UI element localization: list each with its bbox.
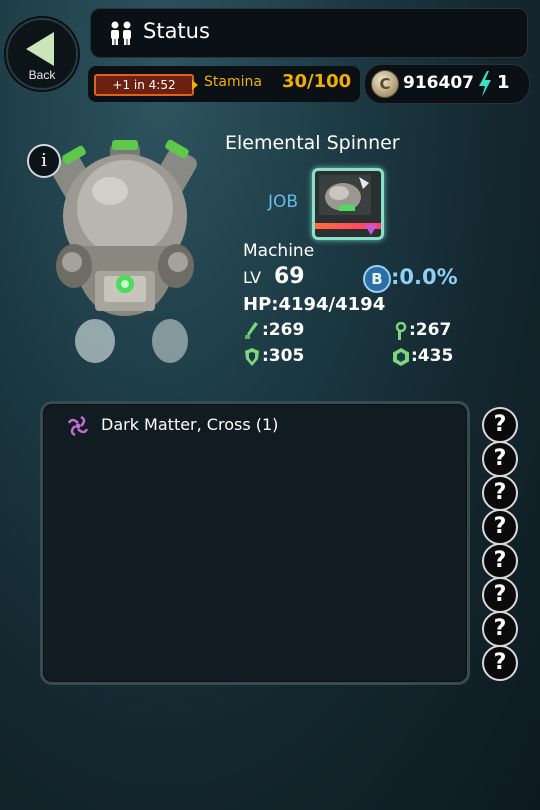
shield-icon (245, 348, 259, 366)
skill-panel[interactable]: Dark Matter, Cross (1) (40, 401, 470, 685)
page-title: Status (143, 19, 210, 43)
staff-icon (395, 322, 407, 340)
back-label: Back (28, 68, 56, 82)
stamina-label: Stamina (204, 74, 262, 90)
resistance-stat: :435 (411, 346, 454, 366)
back-arrow-icon (26, 32, 54, 66)
stamina-bar: +1 in 4:52 Stamina 30/100 (88, 66, 360, 102)
unknown-slot-button[interactable]: ? (482, 509, 518, 545)
info-button[interactable]: i (27, 144, 61, 178)
job-label: JOB (268, 192, 299, 212)
job-icon-button[interactable] (312, 168, 384, 240)
level-label: LV (243, 268, 262, 287)
level-value: 69 (274, 264, 305, 289)
job-portrait-icon (319, 175, 371, 215)
stamina-timer: +1 in 4:52 (94, 74, 194, 96)
hp-value: HP:4194/4194 (243, 294, 386, 315)
sword-icon (245, 322, 258, 339)
energy-count: 1 (497, 72, 510, 93)
people-icon (111, 21, 131, 45)
unknown-slot-button[interactable]: ? (482, 611, 518, 647)
stamina-arrow-icon (192, 80, 198, 90)
magic-stat: :267 (409, 320, 452, 340)
job-rank-icon (365, 225, 377, 235)
hexagon-icon (393, 348, 409, 366)
skill-name: Dark Matter, Cross (1) (101, 415, 279, 434)
unknown-slot-button[interactable]: ? (482, 577, 518, 613)
currency-bar[interactable]: C 916407 1 (364, 64, 530, 104)
b-value: :0.0% (391, 265, 458, 289)
defense-stat: :305 (262, 346, 305, 366)
unknown-slot-button[interactable]: ? (482, 441, 518, 477)
coin-icon: C (371, 70, 399, 98)
character-portrait (51, 139, 197, 363)
unknown-slot-button[interactable]: ? (482, 543, 518, 579)
unknown-slot-button[interactable]: ? (482, 475, 518, 511)
back-button[interactable]: Back (6, 18, 78, 90)
title-bar: Status (90, 8, 528, 58)
coin-count: 916407 (403, 73, 474, 93)
stamina-value: 30/100 (282, 71, 352, 92)
unknown-slot-button[interactable]: ? (482, 407, 518, 443)
character-name: Elemental Spinner (225, 132, 400, 154)
unknown-slot-button[interactable]: ? (482, 645, 518, 681)
attack-stat: :269 (262, 320, 305, 340)
purple-swirl-icon (67, 415, 89, 437)
b-icon: B (363, 265, 391, 293)
lightning-icon (479, 71, 491, 97)
race-label: Machine (243, 241, 315, 261)
